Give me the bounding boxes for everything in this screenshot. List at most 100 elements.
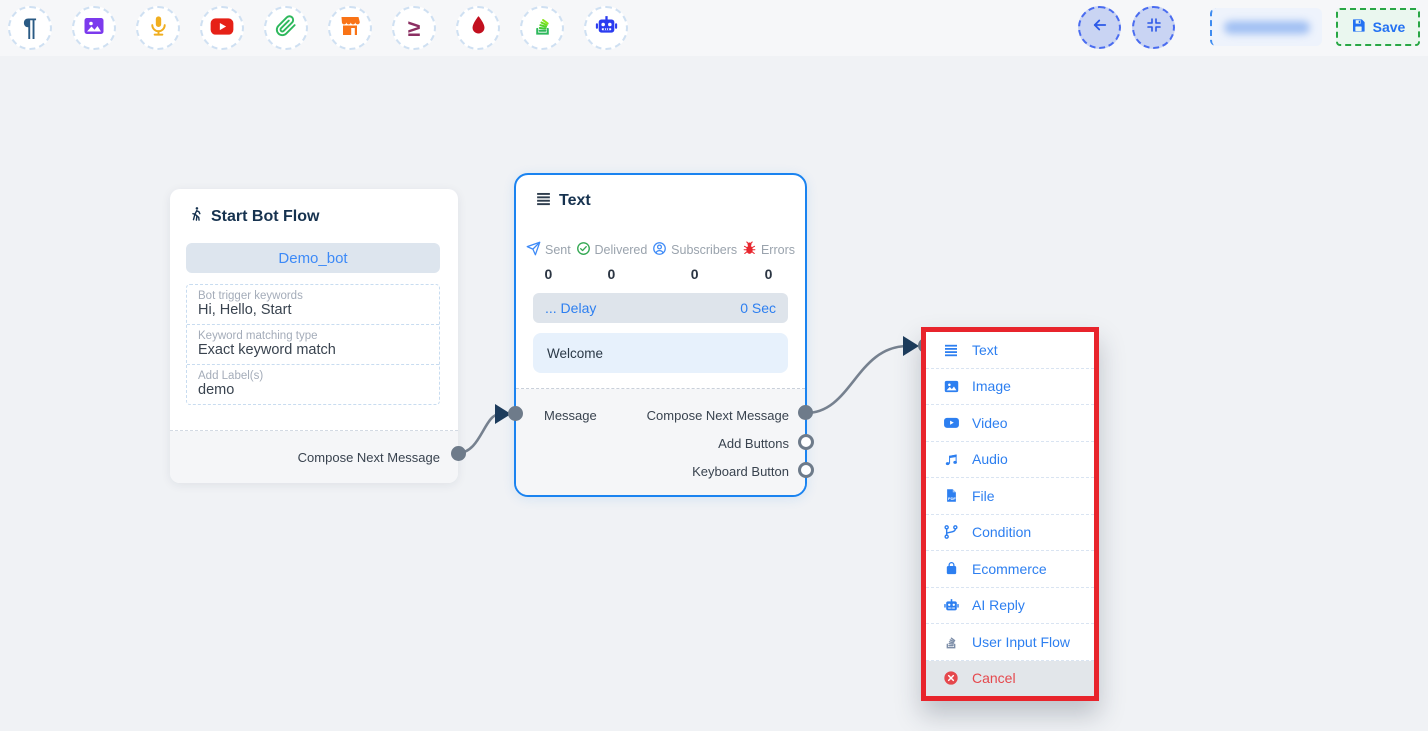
stat-label: Delivered — [595, 243, 648, 257]
handle-keyboard-button[interactable] — [798, 462, 814, 478]
handle-text-compose-next-message[interactable] — [798, 405, 813, 420]
video-play-icon — [942, 414, 960, 431]
send-icon — [526, 241, 541, 259]
menu-item-condition[interactable]: Condition — [926, 515, 1094, 552]
menu-item-file[interactable]: PDF File — [926, 478, 1094, 515]
menu-item-user-input-flow[interactable]: User Input Flow — [926, 624, 1094, 661]
flow-builder-canvas[interactable]: ¶ ≥ — [0, 0, 1428, 731]
stat-value: 0 — [652, 266, 737, 282]
bug-icon — [742, 241, 757, 259]
drag-handle-icon[interactable] — [535, 190, 552, 212]
handle-add-buttons[interactable] — [798, 434, 814, 450]
toolbar-button-ai-reply[interactable] — [584, 6, 628, 50]
robot-icon — [942, 597, 960, 614]
text-lines-icon — [942, 342, 960, 358]
menu-item-video[interactable]: Video — [926, 405, 1094, 442]
handle-start-compose-next-message[interactable] — [451, 446, 466, 461]
youtube-icon — [209, 13, 235, 44]
text-node[interactable]: Text Sent 0 Delivered 0 Subscr — [514, 173, 807, 497]
menu-item-label: File — [972, 488, 995, 504]
compress-icon — [1146, 17, 1162, 38]
connection-line — [806, 346, 908, 413]
toolbar-button-file[interactable] — [264, 6, 308, 50]
menu-item-label: Image — [972, 378, 1011, 394]
greater-equal-icon: ≥ — [408, 17, 421, 40]
handle-text-message-input[interactable] — [508, 406, 523, 421]
field-value: Hi, Hello, Start — [198, 302, 428, 318]
redacted-flow-name-button[interactable] — [1210, 8, 1322, 46]
check-circle-icon — [576, 241, 591, 259]
message-text-preview[interactable]: Welcome — [533, 333, 788, 373]
message-input-label: Message — [544, 408, 597, 423]
menu-item-label: AI Reply — [972, 597, 1025, 613]
toolbar-button-ecommerce[interactable] — [328, 6, 372, 50]
stat-delivered: Delivered 0 — [576, 241, 648, 282]
toolbar-button-user-input-flow[interactable] — [520, 6, 564, 50]
cancel-circle-icon — [942, 670, 960, 686]
add-buttons-label: Add Buttons — [718, 436, 789, 451]
connection-line — [458, 414, 500, 453]
bot-name-field[interactable]: Demo_bot — [186, 243, 440, 273]
paperclip-icon — [275, 15, 297, 42]
image-icon — [82, 14, 106, 43]
drop-icon — [467, 14, 490, 42]
toolbar-button-audio[interactable] — [136, 6, 180, 50]
toolbar-button-text[interactable]: ¶ — [8, 6, 52, 50]
field-add-labels[interactable]: Add Label(s) demo — [187, 365, 439, 404]
field-label: Add Label(s) — [198, 370, 428, 382]
stat-label: Subscribers — [671, 243, 737, 257]
start-node-footer: Compose Next Message — [170, 431, 458, 483]
menu-item-label: Ecommerce — [972, 561, 1047, 577]
menu-item-image[interactable]: Image — [926, 369, 1094, 406]
robot-icon — [594, 13, 619, 43]
svg-text:PDF: PDF — [948, 496, 956, 501]
field-value: demo — [198, 382, 428, 398]
stack-icon — [942, 634, 960, 650]
microphone-icon — [147, 14, 170, 42]
paragraph-icon: ¶ — [23, 16, 37, 41]
menu-item-label: Condition — [972, 524, 1031, 540]
fit-view-button[interactable] — [1132, 6, 1175, 49]
toolbar-button-image[interactable] — [72, 6, 116, 50]
stat-label: Sent — [545, 243, 571, 257]
start-node-fields[interactable]: Bot trigger keywords Hi, Hello, Start Ke… — [186, 284, 440, 405]
menu-item-ecommerce[interactable]: Ecommerce — [926, 551, 1094, 588]
start-node-title-label: Start Bot Flow — [211, 208, 319, 226]
menu-item-ai-reply[interactable]: AI Reply — [926, 588, 1094, 625]
toolbar-button-condition[interactable]: ≥ — [392, 6, 436, 50]
field-keyword-matching-type[interactable]: Keyword matching type Exact keyword matc… — [187, 325, 439, 365]
walking-person-icon — [188, 206, 204, 227]
text-node-title: Text — [535, 190, 591, 212]
image-icon — [942, 378, 960, 395]
compose-next-message-label: Compose Next Message — [298, 450, 440, 465]
shopping-bag-icon — [942, 561, 960, 576]
field-label: Bot trigger keywords — [198, 290, 428, 302]
text-node-stats: Sent 0 Delivered 0 Subscribers 0 — [526, 241, 795, 282]
field-label: Keyword matching type — [198, 330, 428, 342]
stat-value: 0 — [742, 266, 795, 282]
compose-next-message-label: Compose Next Message — [647, 408, 789, 423]
user-circle-icon — [652, 241, 667, 259]
delay-setting[interactable]: ... Delay 0 Sec — [533, 293, 788, 323]
stat-value: 0 — [576, 266, 648, 282]
save-button[interactable]: Save — [1336, 8, 1420, 46]
code-branch-icon — [942, 524, 960, 540]
back-button[interactable] — [1078, 6, 1121, 49]
save-label: Save — [1373, 19, 1406, 35]
field-bot-trigger-keywords[interactable]: Bot trigger keywords Hi, Hello, Start — [187, 285, 439, 325]
stack-icon — [531, 14, 554, 42]
stat-sent: Sent 0 — [526, 241, 571, 282]
menu-item-audio[interactable]: Audio — [926, 442, 1094, 479]
menu-item-label: User Input Flow — [972, 634, 1070, 650]
music-note-icon — [942, 452, 960, 467]
floppy-disk-icon — [1351, 18, 1366, 36]
menu-item-label: Cancel — [972, 670, 1016, 686]
connection-arrow — [903, 336, 919, 356]
toolbar-button-drip[interactable] — [456, 6, 500, 50]
menu-item-label: Video — [972, 415, 1008, 431]
menu-item-cancel[interactable]: Cancel — [926, 661, 1094, 697]
toolbar-button-video[interactable] — [200, 6, 244, 50]
keyboard-button-label: Keyboard Button — [692, 464, 789, 479]
menu-item-text[interactable]: Text — [926, 332, 1094, 369]
start-bot-flow-node[interactable]: Start Bot Flow Demo_bot Bot trigger keyw… — [170, 189, 458, 483]
